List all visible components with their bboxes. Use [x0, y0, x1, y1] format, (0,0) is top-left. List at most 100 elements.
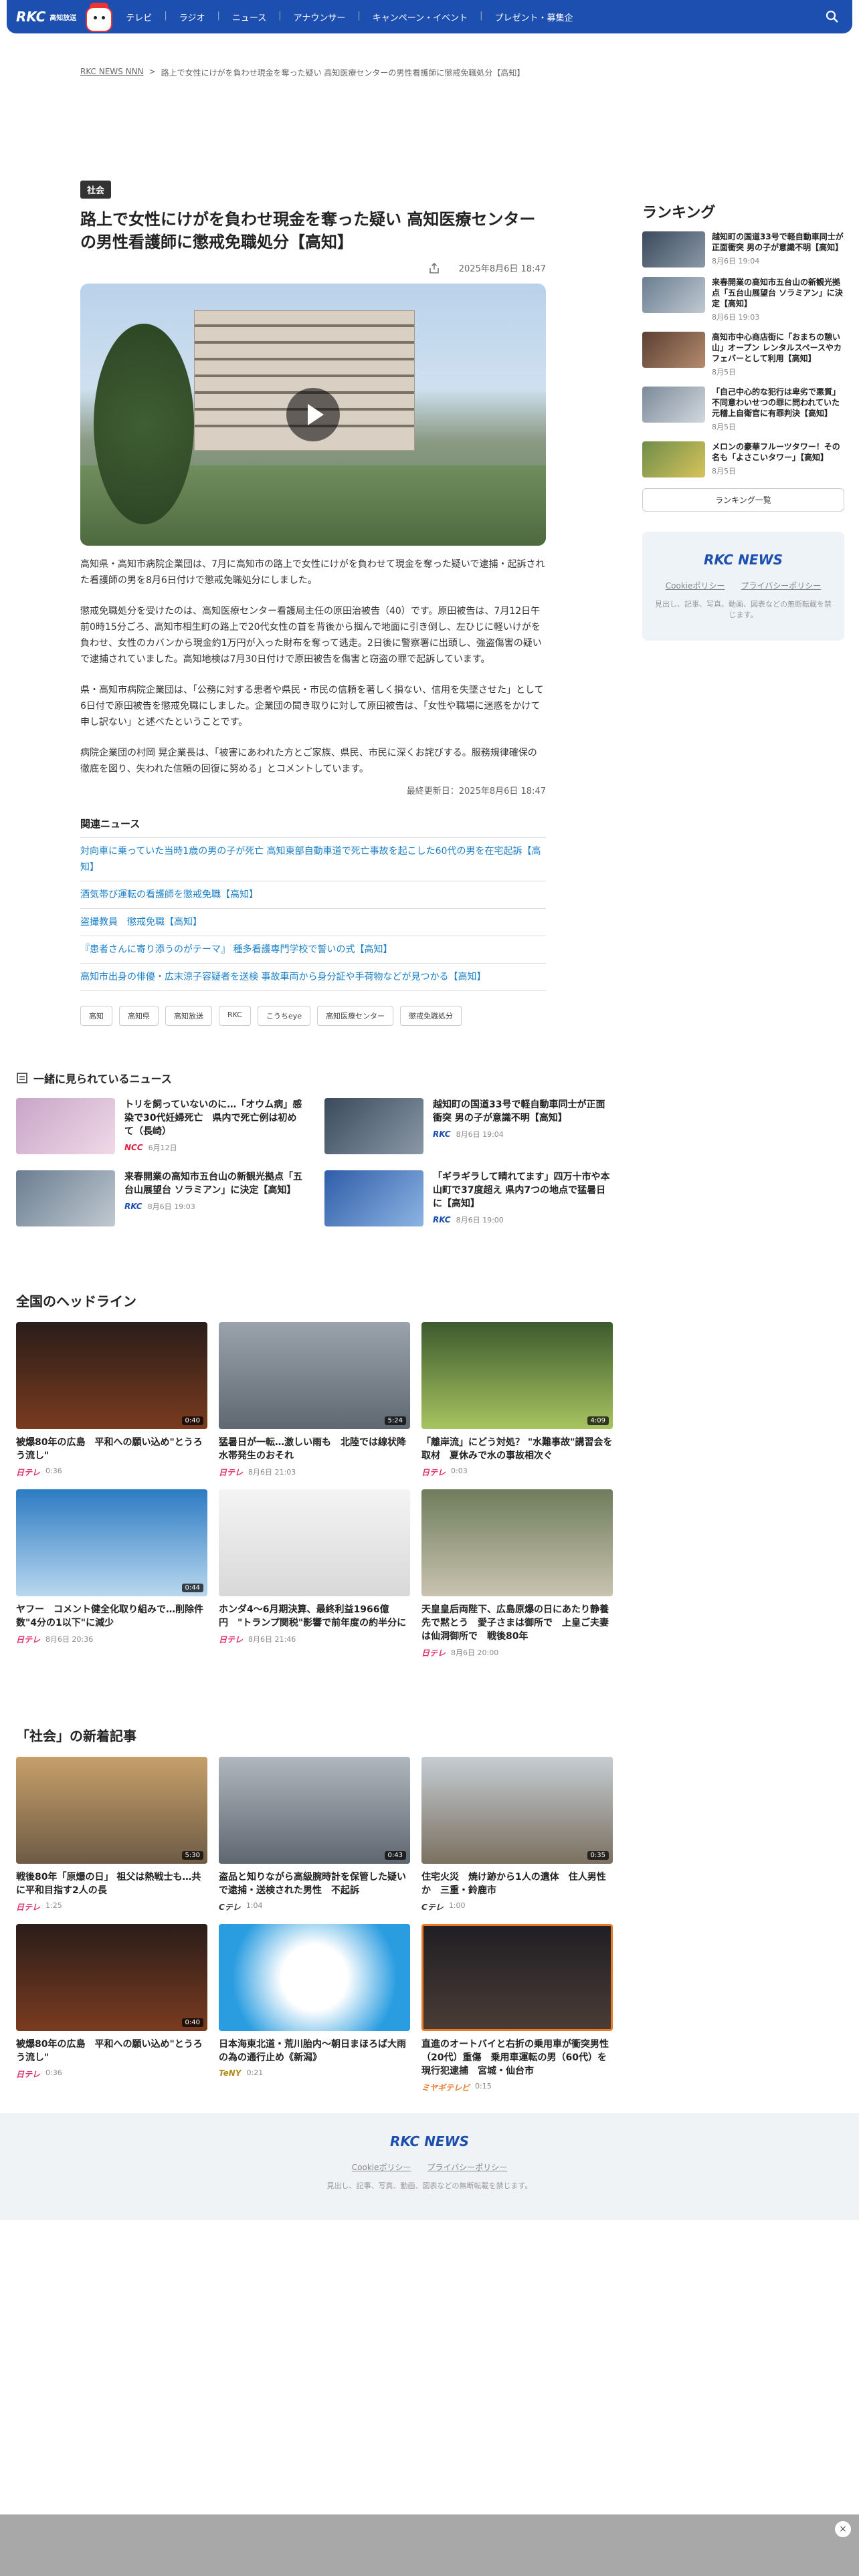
- copyright-note: 見出し、記事、写真、動画、図表などの無断転載を禁じます。: [655, 600, 832, 619]
- related-heading: 関連ニュース: [80, 817, 546, 838]
- thumbnail: 0:43: [219, 1757, 410, 1864]
- social-card[interactable]: 日本海東北道・荒川胎内～朝日まほろば大雨の為の通行止め《新潟》 TeNY 0:21: [219, 1924, 410, 2091]
- source-logo: 日テレ: [219, 1635, 244, 1644]
- thumbnail: [642, 277, 705, 313]
- news-card[interactable]: 来春開業の高知市五台山の新観光拠点「五台山展望台 ソラミアン」に決定【高知】 R…: [16, 1170, 304, 1226]
- video-duration: 0:35: [587, 1851, 609, 1860]
- social-card[interactable]: 5:30 戦後80年「原爆の日」 祖父は熱戦士も…共に平和目指す2人の長 日テレ…: [16, 1757, 207, 1924]
- thumbnail: [219, 1489, 410, 1596]
- news-card[interactable]: トリを飼っていないのに…「オウム病」感染で30代妊婦死亡 県内で死亡例は初めて（…: [16, 1098, 304, 1154]
- sidebar: ランキング 越知町の国道33号で軽自動車同士が正面衝突 男の子が意識不明【高知】…: [642, 201, 844, 641]
- headline-title: 天皇皇后両陛下、広島原爆の日にあたり静養先で黙とう 愛子さまは御所で 上皇ご夫妻…: [421, 1604, 609, 1642]
- headline-card[interactable]: 天皇皇后両陛下、広島原爆の日にあたり静養先で黙とう 愛子さまは御所で 上皇ご夫妻…: [421, 1489, 613, 1658]
- ranking-list-button[interactable]: ランキング一覧: [642, 488, 844, 512]
- thumbnail: [421, 1924, 613, 2031]
- source-logo: RKC: [433, 1130, 451, 1139]
- social-date: 1:25: [45, 1901, 62, 1910]
- news-card[interactable]: 越知町の国道33号で軽自動車同士が正面衝突 男の子が意識不明【高知】 RKC 8月…: [324, 1098, 613, 1154]
- thumbnail: [324, 1170, 423, 1226]
- related-link[interactable]: 盗撮教員 懲戒免職【高知】: [80, 909, 546, 936]
- news-title: トリを飼っていないのに…「オウム病」感染で30代妊婦死亡 県内で死亡例は初めて（…: [124, 1099, 302, 1137]
- thumbnail: [324, 1098, 423, 1154]
- social-card[interactable]: 0:40 被爆80年の広島 平和への願い込め"とうろう流し" 日テレ 0:36: [16, 1924, 207, 2091]
- tag[interactable]: 高知: [80, 1006, 112, 1026]
- breadcrumb-home[interactable]: RKC NEWS NNN: [80, 67, 144, 78]
- news-title: 越知町の国道33号で軽自動車同士が正面衝突 男の子が意識不明【高知】: [433, 1099, 605, 1123]
- thumbnail: [219, 1924, 410, 2031]
- ranking-item[interactable]: 「自己中心的な犯行は卑劣で悪質」不同意わいせつの罪に問われていた元稽上自衛官に有…: [642, 387, 844, 432]
- tag[interactable]: 高知県: [119, 1006, 159, 1026]
- headline-title: 猛暑日が一転…激しい雨も 北陸では線状降水帯発生のおそれ: [219, 1437, 406, 1461]
- ranking-item[interactable]: メロンの豪華フルーツタワー！その名も「よさこいタワー」【高知】 8月5日: [642, 441, 844, 477]
- headline-card[interactable]: 5:24 猛暑日が一転…激しい雨も 北陸では線状降水帯発生のおそれ 日テレ 8月6…: [219, 1322, 410, 1489]
- ranking-item[interactable]: 来春開業の高知市五台山の新観光拠点「五台山展望台 ソラミアン」に決定【高知】 8月…: [642, 277, 844, 322]
- headline-card[interactable]: 0:40 被爆80年の広島 平和への願い込め"とうろう流し" 日テレ 0:36: [16, 1322, 207, 1489]
- source-logo: ミヤギテレビ: [421, 2083, 470, 2092]
- social-date: 0:15: [475, 2082, 492, 2090]
- social-card[interactable]: 0:43 盗品と知りながら高級腕時計を保管した疑いで逮捕・送検された男性 不起訴…: [219, 1757, 410, 1924]
- article-meta: 2025年8月6日 18:47: [80, 261, 546, 274]
- nav-divider: |: [164, 10, 167, 21]
- nav-campaign[interactable]: キャンペーン・イベント: [373, 11, 468, 23]
- close-icon[interactable]: ×: [835, 2521, 851, 2537]
- ranking-item[interactable]: 高知市中心商店街に「おまちの憩い山」オープン レンタルスペースやカフェバーとして…: [642, 332, 844, 377]
- source-logo: TeNY: [219, 2068, 242, 2078]
- social-title: 直進のオートバイと右折の乗用車が衝突男性（20代）重傷 乗用車運転の男（60代）…: [421, 2039, 609, 2076]
- together-section: 一緒に見られているニュース トリを飼っていないのに…「オウム病」感染で30代妊婦…: [16, 1070, 613, 1226]
- brand-logo: RKC NEWS: [703, 552, 783, 568]
- news-date: 8月6日 19:00: [456, 1216, 504, 1224]
- tag[interactable]: こうちeye: [257, 1006, 310, 1026]
- social-card[interactable]: 0:35 住宅火災 焼け跡から1人の遺体 住人男性か 三重・鈴鹿市 Cテレ 1:0…: [421, 1757, 613, 1924]
- tag[interactable]: 高知医療センター: [316, 1006, 393, 1026]
- play-icon[interactable]: [286, 388, 340, 441]
- brand-box: RKC NEWS Cookieポリシー プライバシーポリシー 見出し、記事、写真…: [642, 532, 844, 641]
- tag[interactable]: RKC: [219, 1006, 251, 1026]
- video-player[interactable]: [80, 284, 546, 546]
- social-card[interactable]: 直進のオートバイと右折の乗用車が衝突男性（20代）重傷 乗用車運転の男（60代）…: [421, 1924, 613, 2092]
- ranking-item[interactable]: 越知町の国道33号で軽自動車同士が正面衝突 男の子が意識不明【高知】 8月6日 1…: [642, 231, 844, 267]
- nav-present[interactable]: プレゼント・募集企: [494, 11, 573, 23]
- nav-news[interactable]: ニュース: [232, 11, 266, 23]
- headline-card[interactable]: 4:09 「離岸流」にどう対処？ "水難事故"講習会を取材 夏休みで水の事故相次…: [421, 1322, 613, 1489]
- related-link[interactable]: 高知市出身の俳優・広末涼子容疑者を送検 事故車両から身分証や手荷物などが見つかる…: [80, 964, 546, 991]
- privacy-policy-link[interactable]: プライバシーポリシー: [427, 2161, 507, 2173]
- social-date: 0:21: [246, 2068, 264, 2077]
- article-paragraph: 病院企業団の村岡 晃企業長は、「被害にあわれた方とご家族、県民、市民に深くお詫び…: [80, 748, 537, 774]
- cookie-policy-link[interactable]: Cookieポリシー: [352, 2161, 411, 2173]
- ranking-title: メロンの豪華フルーツタワー！その名も「よさこいタワー」【高知】: [712, 442, 840, 462]
- headline-card[interactable]: 0:44 ヤフー コメント健全化取り組みで…削除件数"4分の1以下"に減少 日テ…: [16, 1489, 207, 1656]
- social-title: 盗品と知りながら高級腕時計を保管した疑いで逮捕・送検された男性 不起訴: [219, 1872, 406, 1896]
- headline-card[interactable]: ホンダ4～6月期決算、最終利益1966億円 "トランプ関税"影響で前年度の約半分…: [219, 1489, 410, 1656]
- social-section: 「社会」の新着記事 5:30 戦後80年「原爆の日」 祖父は熱戦士も…共に平和目…: [16, 1725, 613, 2092]
- source-logo: NCC: [124, 1143, 143, 1152]
- ranking-date: 8月5日: [712, 368, 736, 377]
- news-icon: [17, 1073, 27, 1083]
- article-date: 2025年8月6日 18:47: [458, 264, 546, 274]
- headline-date: 8月6日 21:03: [248, 1468, 296, 1477]
- cookie-policy-link[interactable]: Cookieポリシー: [666, 580, 725, 591]
- tag-list: 高知 高知県 高知放送 RKC こうちeye 高知医療センター 懲戒免職処分: [80, 1006, 546, 1026]
- article-paragraph: 懲戒免職処分を受けたのは、高知医療センター看護局主任の原田治被告（40）です。原…: [80, 606, 542, 665]
- privacy-policy-link[interactable]: プライバシーポリシー: [741, 580, 821, 591]
- tag[interactable]: 高知放送: [165, 1006, 212, 1026]
- related-link[interactable]: 酒気帯び運転の看護師を懲戒免職【高知】: [80, 881, 546, 909]
- thumbnail: 0:35: [421, 1757, 613, 1864]
- tag[interactable]: 懲戒免職処分: [399, 1006, 462, 1026]
- site-logo[interactable]: RKC 高知放送: [16, 0, 118, 35]
- video-duration: 0:44: [181, 1584, 203, 1592]
- related-link[interactable]: 『患者さんに寄り添うのがテーマ』 種多看護専門学校で誓いの式【高知】: [80, 936, 546, 964]
- source-logo: 日テレ: [219, 1468, 244, 1477]
- related-link[interactable]: 対向車に乗っていた当時1歳の男の子が死亡 高知東部自動車道で死亡事故を起こした6…: [80, 838, 546, 881]
- news-card[interactable]: 「ギラギラして晴れてます」四万十市や本山町で37度超え 県内7つの地点で猛暑日に…: [324, 1170, 613, 1226]
- nav-announcer[interactable]: アナウンサー: [294, 11, 346, 23]
- article-body: 高知県・高知市病院企業団は、7月に高知市の路上で女性にけがを負わせて現金を奪った…: [80, 556, 546, 777]
- chevron-right-icon: >: [149, 67, 156, 76]
- share-icon[interactable]: [428, 262, 440, 274]
- global-nav: テレビ | ラジオ | ニュース | アナウンサー | キャンペーン・イベント …: [126, 11, 573, 23]
- nav-divider: |: [278, 10, 282, 21]
- nav-tv[interactable]: テレビ: [126, 11, 152, 23]
- search-icon[interactable]: [826, 10, 839, 23]
- category-badge[interactable]: 社会: [80, 181, 112, 199]
- nav-radio[interactable]: ラジオ: [179, 11, 205, 23]
- thumbnail: [16, 1170, 115, 1226]
